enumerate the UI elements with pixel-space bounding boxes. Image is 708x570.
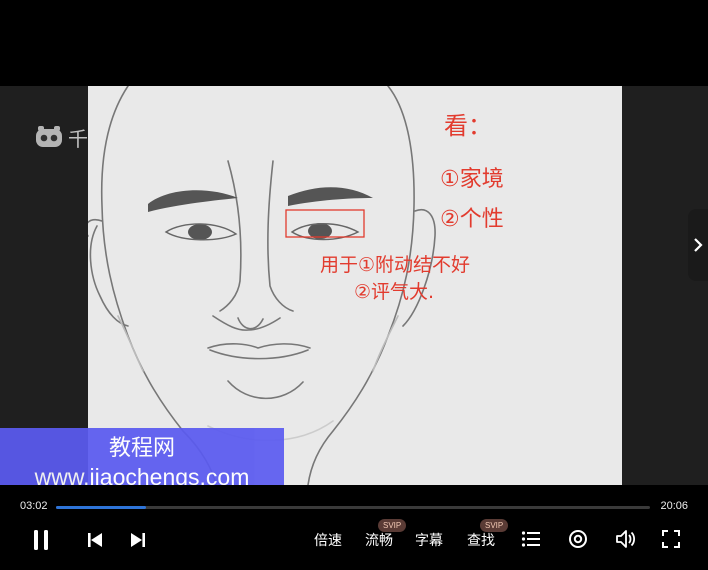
next-panel-arrow-button[interactable] [688,209,708,281]
pause-button[interactable] [28,527,54,553]
annotation-line3: 用于①附动结不好 [320,254,470,276]
annotation-heading: 看： [444,112,492,140]
fullscreen-icon [662,530,680,548]
settings-circle-icon [569,530,587,548]
quality-button[interactable]: 流畅 [365,530,393,550]
speed-button[interactable]: 倍速 [314,530,342,550]
annotation-item2: ②个性 [440,207,504,232]
annotation-item1: ①家境 [440,167,504,192]
player-controls: 03:02 20:06 倍速 SVIP 流畅 字幕 SVIP 查找 [0,485,708,570]
current-time: 03:02 [20,500,48,512]
watermark-title: 教程网 [108,436,175,461]
volume-icon [616,530,636,548]
settings-button[interactable] [567,528,589,550]
face-sketch: 看： ①家境 ②个性 用于①附动结不好 ②评气大. [88,86,504,485]
search-button[interactable]: 查找 [467,530,495,550]
progress-bar[interactable] [56,506,650,509]
skip-next-icon [131,533,145,547]
next-button[interactable] [127,529,149,551]
skip-previous-icon [88,533,102,547]
top-black-bar [0,0,708,86]
annotation-line4: ②评气大. [354,281,434,303]
previous-button[interactable] [84,529,106,551]
volume-button[interactable] [614,528,638,550]
video-frame[interactable]: 看： ①家境 ②个性 用于①附动结不好 ②评气大. [88,86,622,485]
progress-fill [56,506,146,509]
subtitle-button[interactable]: 字幕 [415,530,443,550]
logo-text: 千 [68,126,88,151]
chevron-right-icon [694,238,703,252]
video-stage[interactable]: 千 看： ①家境 ②个性 用于①附动结不好 ②评气大. [0,86,708,485]
list-icon [521,531,540,547]
robot-logo-icon [36,126,62,147]
playlist-button[interactable] [520,528,542,550]
duration: 20:06 [660,500,688,512]
fullscreen-button[interactable] [660,528,682,550]
pause-icon [34,530,48,550]
